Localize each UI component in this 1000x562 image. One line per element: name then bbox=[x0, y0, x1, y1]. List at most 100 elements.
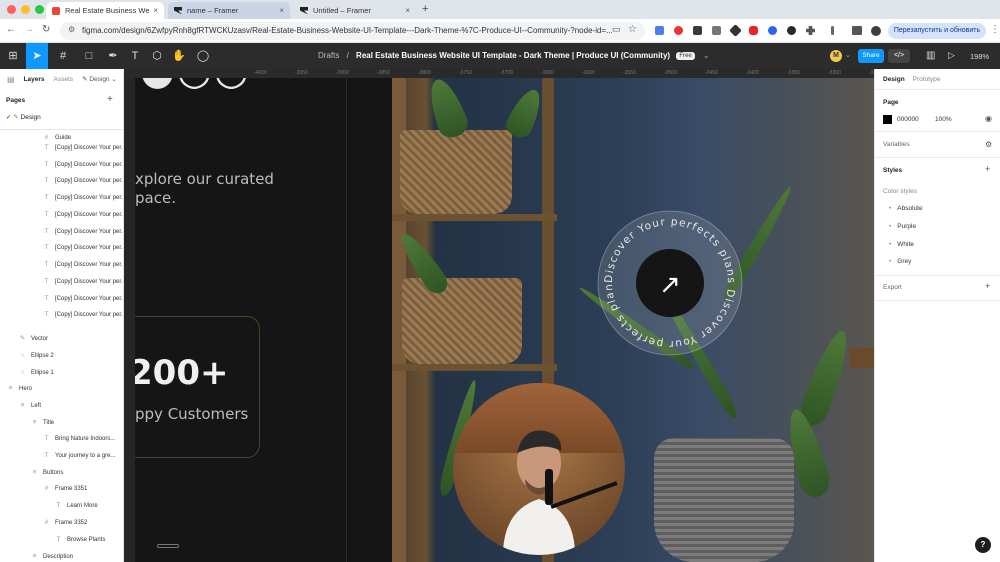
tab-assets[interactable]: Assets bbox=[54, 76, 74, 83]
new-tab-button[interactable]: + bbox=[422, 3, 428, 15]
color-style-white[interactable]: • White bbox=[889, 241, 914, 248]
forward-arrow-icon[interactable]: → bbox=[24, 24, 34, 35]
layer-row[interactable]: ≡ Left bbox=[0, 398, 123, 414]
maximize-window-button[interactable] bbox=[35, 5, 44, 14]
page-item-design[interactable]: ✓ ✎ Design bbox=[6, 113, 41, 121]
present-play-icon[interactable]: ▷ bbox=[948, 50, 955, 61]
move-tool-icon[interactable]: ➤ bbox=[26, 43, 48, 69]
chevron-down-icon[interactable]: ⌄ bbox=[703, 51, 710, 60]
breadcrumb-drafts-link[interactable]: Drafts bbox=[318, 51, 339, 60]
layer-row[interactable]: # Frame 3352 bbox=[0, 515, 123, 531]
resources-tool-icon[interactable]: ⬡ bbox=[146, 43, 168, 69]
add-page-icon[interactable]: + bbox=[107, 94, 113, 105]
layer-row[interactable]: T [Copy] Discover Your per... bbox=[0, 240, 124, 256]
extensions-puzzle-icon[interactable] bbox=[806, 26, 815, 35]
layer-row[interactable]: T [Copy] Discover Your per... bbox=[0, 140, 124, 156]
site-info-icon[interactable]: ⚙ bbox=[68, 25, 75, 34]
layer-row[interactable]: T [Copy] Discover Your per... bbox=[0, 224, 124, 240]
layer-row[interactable]: ✎ Vector bbox=[0, 331, 123, 347]
layer-row[interactable]: T [Copy] Discover Your per... bbox=[0, 157, 124, 173]
layer-row[interactable]: ○ Ellipse 2 bbox=[0, 348, 123, 364]
extension-red-icon[interactable] bbox=[674, 26, 683, 35]
address-bar[interactable]: ⚙ figma.com/design/6ZwfpyRnh8gfRTWCKUzas… bbox=[60, 22, 645, 40]
layer-row[interactable]: T Your journey to a gre... bbox=[0, 448, 123, 464]
minimize-window-button[interactable] bbox=[21, 5, 30, 14]
tab-search-icon[interactable] bbox=[852, 26, 862, 35]
browser-menu-icon[interactable]: ⋮ bbox=[990, 24, 1000, 35]
layer-row[interactable]: T Learn More bbox=[0, 498, 123, 514]
relaunch-update-button[interactable]: Перезапустить и обновить bbox=[888, 23, 986, 39]
tab-prototype[interactable]: Prototype bbox=[913, 76, 941, 83]
page-color-swatch[interactable] bbox=[883, 115, 892, 124]
tab-close-icon[interactable]: × bbox=[405, 6, 410, 15]
main-menu-icon[interactable]: ⊞ bbox=[2, 43, 24, 69]
pen-tool-icon[interactable]: ✒ bbox=[102, 43, 124, 69]
extension-youtube-icon[interactable] bbox=[749, 26, 758, 35]
tab-design[interactable]: Design bbox=[883, 76, 905, 83]
user-avatar[interactable]: M bbox=[830, 50, 842, 62]
layer-row[interactable]: T [Copy] Discover Your per... bbox=[0, 207, 124, 223]
layer-row[interactable]: T [Copy] Discover Your per... bbox=[0, 307, 124, 323]
tab-close-icon[interactable]: × bbox=[279, 6, 284, 15]
tab-design-page[interactable]: ✎ Design ⌄ bbox=[82, 75, 117, 83]
install-app-icon[interactable]: ▭ bbox=[612, 24, 621, 35]
sidebar-toggle-icon[interactable]: ▤ bbox=[7, 75, 15, 84]
layer-row[interactable]: T Bring Nature Indoors... bbox=[0, 431, 123, 447]
zoom-level[interactable]: 198% bbox=[970, 52, 989, 61]
layer-row[interactable]: T [Copy] Discover Your per... bbox=[0, 291, 124, 307]
extension-pen-icon[interactable] bbox=[729, 24, 742, 37]
layer-row[interactable]: ≡ Title bbox=[0, 415, 123, 431]
layer-row[interactable]: T [Copy] Discover Your per... bbox=[0, 190, 124, 206]
file-title[interactable]: Real Estate Business Website UI Template… bbox=[356, 51, 670, 60]
help-button[interactable]: ? bbox=[975, 537, 991, 553]
color-style-purple[interactable]: • Purple bbox=[889, 223, 916, 230]
tab-close-icon[interactable]: × bbox=[153, 6, 158, 15]
layer-row[interactable]: # Frame 3351 bbox=[0, 481, 123, 497]
reload-icon[interactable]: ↻ bbox=[42, 24, 50, 35]
bookmark-star-icon[interactable]: ☆ bbox=[628, 24, 637, 35]
browser-tab-figma[interactable]: Real Estate Business Website × bbox=[46, 2, 164, 19]
frame-tool-icon[interactable]: # bbox=[52, 43, 74, 69]
layer-row[interactable]: ≡ Description bbox=[0, 549, 123, 562]
hand-tool-icon[interactable]: ✋ bbox=[168, 43, 190, 69]
design-frame[interactable]: ●○○ xplore our curated pace. 200+ ppy Cu… bbox=[135, 78, 874, 562]
page-color-value[interactable]: 000000 bbox=[897, 116, 919, 123]
variables-label[interactable]: Variables bbox=[883, 141, 910, 148]
layer-row[interactable]: T Browse Plants bbox=[0, 532, 123, 548]
shape-tool-icon[interactable]: □ bbox=[78, 43, 100, 69]
color-style-grey[interactable]: • Grey bbox=[889, 258, 911, 265]
canvas[interactable]: -4000 -3950 -3900 -3850 -3800 -3750 -3700 -3650… bbox=[124, 69, 874, 562]
back-arrow-icon[interactable]: ← bbox=[6, 24, 16, 35]
extension-dark-icon[interactable] bbox=[693, 26, 702, 35]
layer-row[interactable]: ≡ Hero bbox=[0, 381, 123, 397]
profile-avatar[interactable] bbox=[871, 26, 881, 36]
layer-row[interactable]: T [Copy] Discover Your per... bbox=[0, 274, 124, 290]
style-dot-icon: • bbox=[889, 241, 892, 248]
frame-resize-handle[interactable] bbox=[157, 544, 179, 548]
browser-tab-framer-untitled[interactable]: Untitled – Framer × bbox=[294, 2, 416, 19]
export-label[interactable]: Export bbox=[883, 284, 902, 291]
eye-icon[interactable]: ◉ bbox=[985, 114, 992, 123]
chevron-down-icon[interactable]: ⌄ bbox=[845, 51, 851, 59]
page-opacity-value[interactable]: 100% bbox=[935, 116, 952, 123]
add-export-icon[interactable]: + bbox=[985, 281, 990, 291]
close-window-button[interactable] bbox=[7, 5, 16, 14]
tab-layers[interactable]: Layers bbox=[24, 76, 45, 83]
layer-row[interactable]: ≡ Buttons bbox=[0, 465, 123, 481]
text-tool-icon[interactable]: T bbox=[124, 43, 146, 69]
comment-tool-icon[interactable]: ◯ bbox=[192, 43, 214, 69]
share-button[interactable]: Share bbox=[858, 49, 884, 63]
extension-translate-icon[interactable] bbox=[655, 26, 664, 35]
extension-blue-icon[interactable] bbox=[768, 26, 777, 35]
variables-settings-icon[interactable]: ⚙ bbox=[985, 140, 992, 149]
extension-grey-icon[interactable] bbox=[712, 26, 721, 35]
dev-mode-toggle[interactable]: </> bbox=[888, 49, 910, 63]
layer-row[interactable]: T [Copy] Discover Your per... bbox=[0, 257, 124, 273]
layer-row[interactable]: T [Copy] Discover Your per... bbox=[0, 173, 124, 189]
browser-tab-framer-name[interactable]: name – Framer × bbox=[168, 2, 290, 19]
extension-black-icon[interactable] bbox=[787, 26, 796, 35]
layer-row[interactable]: ○ Ellipse 1 bbox=[0, 365, 123, 381]
library-book-icon[interactable]: ▥ bbox=[926, 50, 935, 61]
add-style-icon[interactable]: + bbox=[985, 164, 990, 174]
color-style-absolute[interactable]: • Absolute bbox=[889, 205, 923, 212]
